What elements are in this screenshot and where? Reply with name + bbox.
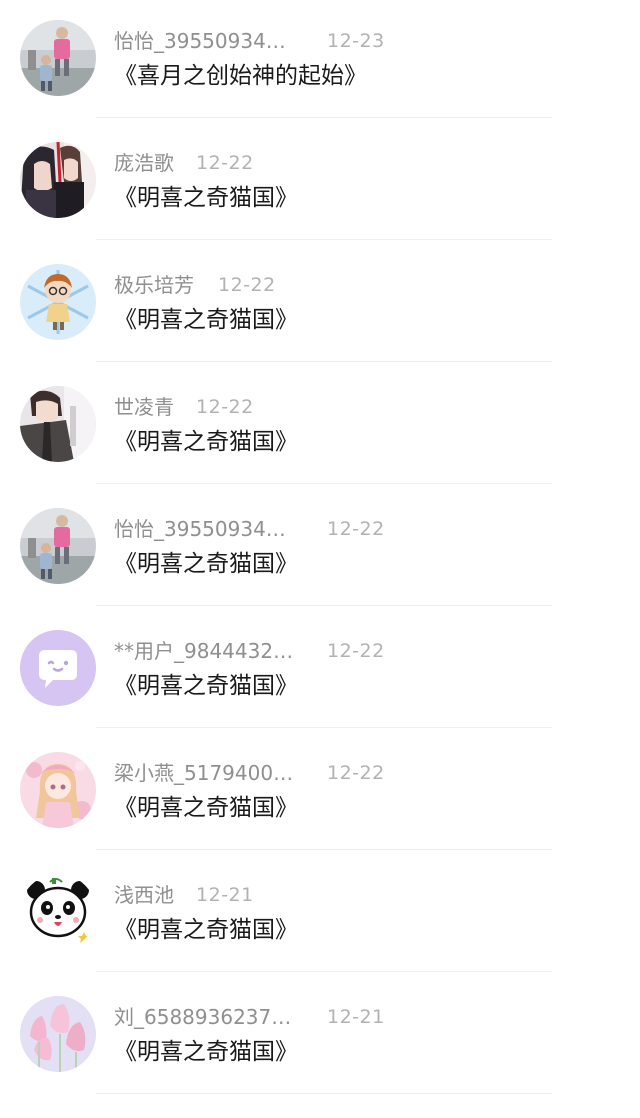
book-title[interactable]: 《明喜之奇猫国》	[114, 790, 298, 826]
divider	[96, 483, 552, 484]
username[interactable]: 世凌青	[114, 392, 174, 422]
list-item[interactable]: 世凌青 12-22 《明喜之奇猫国》	[0, 366, 640, 488]
username[interactable]: 怡怡_39550934…	[114, 26, 286, 56]
book-title[interactable]: 《明喜之奇猫国》	[114, 668, 298, 704]
divider	[96, 361, 552, 362]
chibi-glasses-boy-icon[interactable]	[20, 264, 96, 340]
timestamp: 12-22	[327, 518, 385, 540]
book-title[interactable]: 《明喜之奇猫国》	[114, 912, 298, 948]
photo-child-pink-icon[interactable]	[20, 508, 96, 584]
list-item[interactable]: 极乐培芳 12-22 《明喜之奇猫国》	[0, 244, 640, 366]
divider	[96, 117, 552, 118]
timestamp: 12-21	[196, 884, 254, 906]
timestamp: 12-22	[196, 396, 254, 418]
anime-couple-icon[interactable]	[20, 142, 96, 218]
divider	[96, 849, 552, 850]
username[interactable]: 极乐培芳	[114, 270, 194, 300]
anime-girl-pink-icon[interactable]	[20, 752, 96, 828]
divider	[96, 239, 552, 240]
list-item[interactable]: 刘_6588936237… 12-21 《明喜之奇猫国》	[0, 976, 640, 1098]
anime-boy-coat-icon[interactable]	[20, 386, 96, 462]
photo-child-pink-icon[interactable]	[20, 20, 96, 96]
book-title[interactable]: 《明喜之奇猫国》	[114, 1034, 298, 1070]
list-item[interactable]: 怡怡_39550934… 12-22 《明喜之奇猫国》	[0, 488, 640, 610]
tulips-icon[interactable]	[20, 996, 96, 1072]
divider	[96, 605, 552, 606]
book-title[interactable]: 《喜月之创始神的起始》	[114, 58, 367, 94]
book-title[interactable]: 《明喜之奇猫国》	[114, 302, 298, 338]
username[interactable]: 浅西池	[114, 880, 174, 910]
timestamp: 12-22	[218, 274, 276, 296]
timestamp: 12-22	[196, 152, 254, 174]
timestamp: 12-22	[327, 762, 385, 784]
username[interactable]: 梁小燕_5179400…	[114, 758, 293, 788]
list-item[interactable]: 庞浩歌 12-22 《明喜之奇猫国》	[0, 122, 640, 244]
book-title[interactable]: 《明喜之奇猫国》	[114, 424, 298, 460]
comment-feed: 怡怡_39550934… 12-23 《喜月之创始神的起始》 庞浩歌 12-22…	[0, 0, 640, 1118]
list-item[interactable]: **用户_9844432… 12-22 《明喜之奇猫国》	[0, 610, 640, 732]
book-title[interactable]: 《明喜之奇猫国》	[114, 180, 298, 216]
timestamp: 12-22	[327, 640, 385, 662]
divider	[96, 971, 552, 972]
divider	[96, 727, 552, 728]
list-item[interactable]: 怡怡_39550934… 12-23 《喜月之创始神的起始》	[0, 0, 640, 122]
timestamp: 12-23	[327, 30, 385, 52]
book-title[interactable]: 《明喜之奇猫国》	[114, 546, 298, 582]
list-item[interactable]: 梁小燕_5179400… 12-22 《明喜之奇猫国》	[0, 732, 640, 854]
username[interactable]: 怡怡_39550934…	[114, 514, 286, 544]
username[interactable]: 刘_6588936237…	[114, 1002, 291, 1032]
username[interactable]: 庞浩歌	[114, 148, 174, 178]
panda-icon[interactable]	[20, 874, 96, 950]
timestamp: 12-21	[327, 1006, 385, 1028]
divider	[96, 1093, 552, 1094]
chat-bubble-face-icon[interactable]	[20, 630, 96, 706]
list-item[interactable]: 浅西池 12-21 《明喜之奇猫国》	[0, 854, 640, 976]
username[interactable]: **用户_9844432…	[114, 636, 293, 666]
